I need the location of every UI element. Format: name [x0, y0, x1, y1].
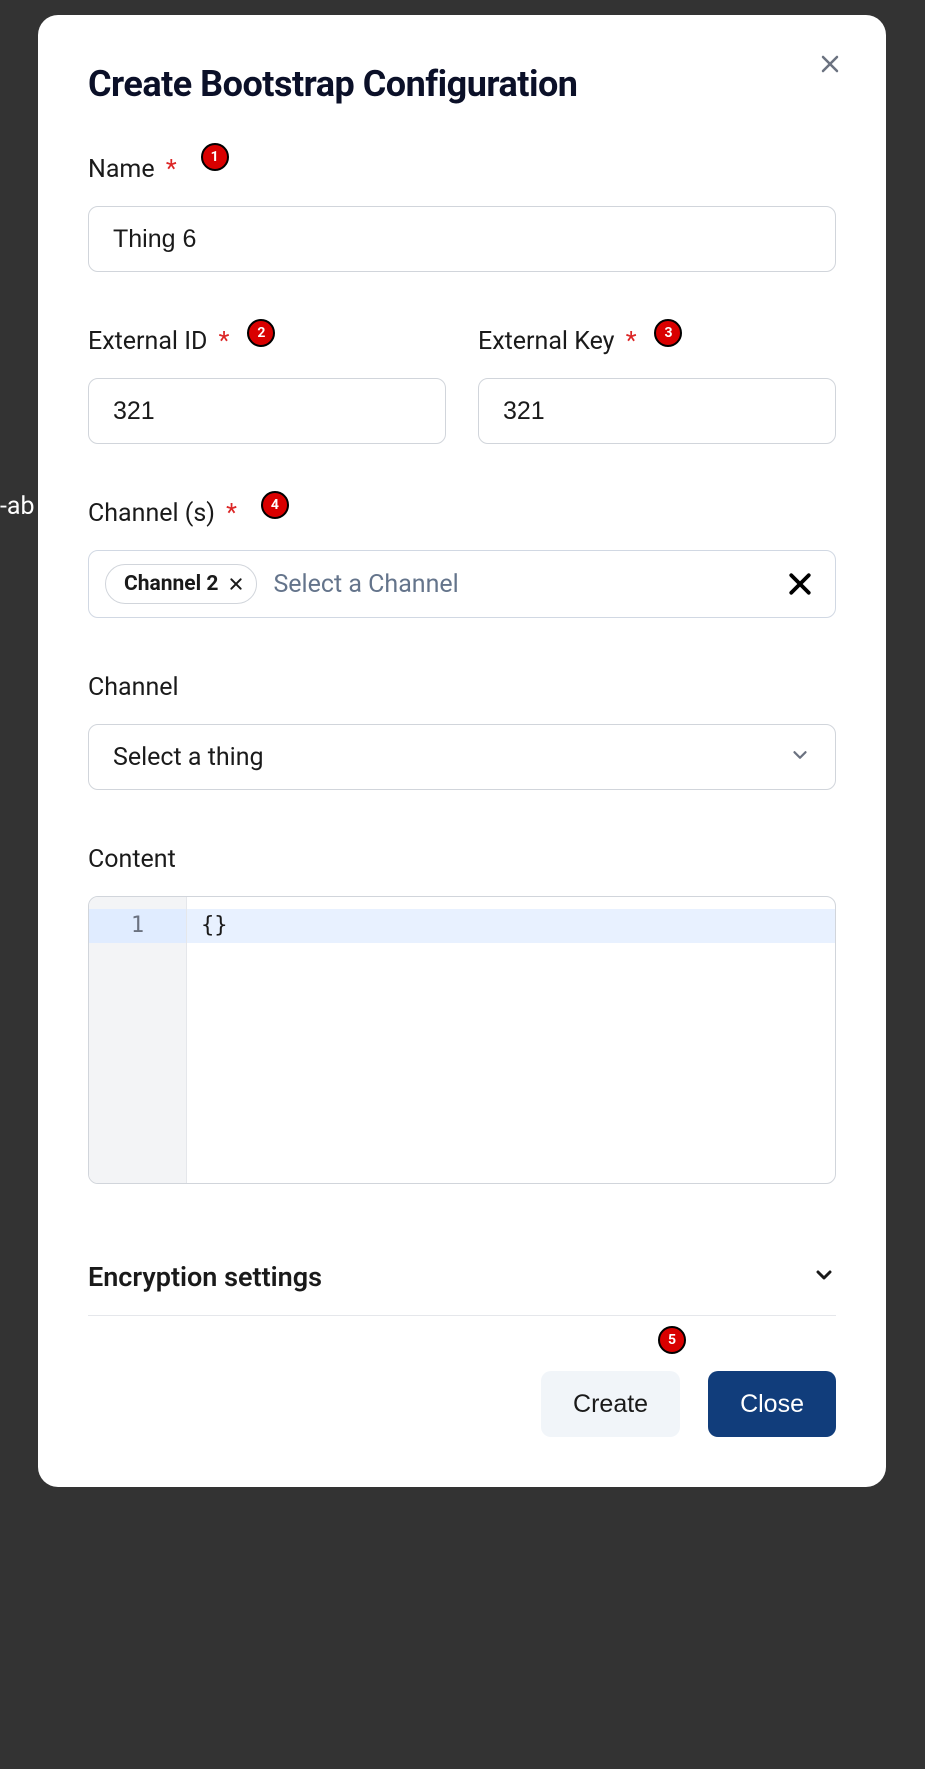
chevron-down-icon: [789, 744, 811, 770]
name-label: Name * 1: [88, 155, 836, 184]
annotation-badge-3: 3: [654, 319, 682, 347]
external-key-input[interactable]: [478, 378, 836, 444]
required-asterisk: *: [626, 327, 637, 356]
annotation-badge-1: 1: [201, 143, 229, 171]
content-code-editor[interactable]: 1 {}: [88, 896, 836, 1184]
annotation-badge-5: 5: [658, 1326, 686, 1354]
chip-remove-button[interactable]: [228, 576, 244, 592]
name-field-group: Name * 1: [88, 155, 836, 272]
channels-label: Channel (s) * 4: [88, 499, 836, 528]
modal-title: Create Bootstrap Configuration: [88, 63, 836, 105]
close-icon: [818, 52, 842, 76]
channel-select[interactable]: Select a thing: [88, 724, 836, 790]
create-button[interactable]: Create: [541, 1371, 680, 1437]
channel-label: Channel: [88, 673, 836, 702]
channel-field-group: Channel Select a thing: [88, 673, 836, 790]
required-asterisk: *: [219, 327, 230, 356]
content-label: Content: [88, 845, 836, 874]
modal-close-button[interactable]: [814, 48, 846, 80]
name-label-text: Name: [88, 155, 155, 184]
chevron-down-icon: [812, 1263, 836, 1291]
channel-chip: Channel 2: [105, 564, 257, 604]
accordion-title: Encryption settings: [88, 1261, 322, 1293]
channels-label-text: Channel (s): [88, 499, 215, 528]
line-number: 1: [89, 909, 186, 943]
annotation-badge-2: 2: [247, 319, 275, 347]
channels-multiselect[interactable]: Channel 2 Select a Channel: [88, 550, 836, 618]
external-key-label: External Key * 3: [478, 327, 836, 356]
close-icon: [228, 576, 244, 592]
external-key-field-group: External Key * 3: [478, 327, 836, 444]
close-button[interactable]: Close: [708, 1371, 836, 1437]
code-area[interactable]: {}: [187, 897, 835, 1183]
close-icon: [785, 569, 815, 599]
create-bootstrap-config-modal: Create Bootstrap Configuration Name * 1 …: [38, 15, 886, 1487]
encryption-settings-accordion[interactable]: Encryption settings: [88, 1239, 836, 1316]
select-placeholder: Select a thing: [113, 743, 264, 772]
required-asterisk: *: [166, 155, 177, 184]
content-field-group: Content 1 {}: [88, 845, 836, 1184]
external-id-label: External ID * 2: [88, 327, 446, 356]
annotation-badge-4: 4: [261, 491, 289, 519]
external-id-field-group: External ID * 2: [88, 327, 446, 444]
modal-footer: 5 Create Close: [88, 1371, 836, 1437]
external-id-label-text: External ID: [88, 327, 207, 356]
channels-field-group: Channel (s) * 4 Channel 2 Select a Chann…: [88, 499, 836, 618]
background-partial-text: -ab: [0, 492, 35, 521]
external-row: External ID * 2 External Key * 3: [88, 327, 836, 444]
code-gutter: 1: [89, 897, 187, 1183]
modal-header: Create Bootstrap Configuration: [88, 63, 836, 105]
required-asterisk: *: [226, 499, 237, 528]
external-key-label-text: External Key: [478, 327, 615, 356]
code-line: {}: [187, 909, 835, 943]
chip-label: Channel 2: [124, 572, 218, 596]
multiselect-clear-button[interactable]: [785, 569, 815, 599]
external-id-input[interactable]: [88, 378, 446, 444]
multiselect-placeholder: Select a Channel: [273, 570, 769, 599]
name-input[interactable]: [88, 206, 836, 272]
